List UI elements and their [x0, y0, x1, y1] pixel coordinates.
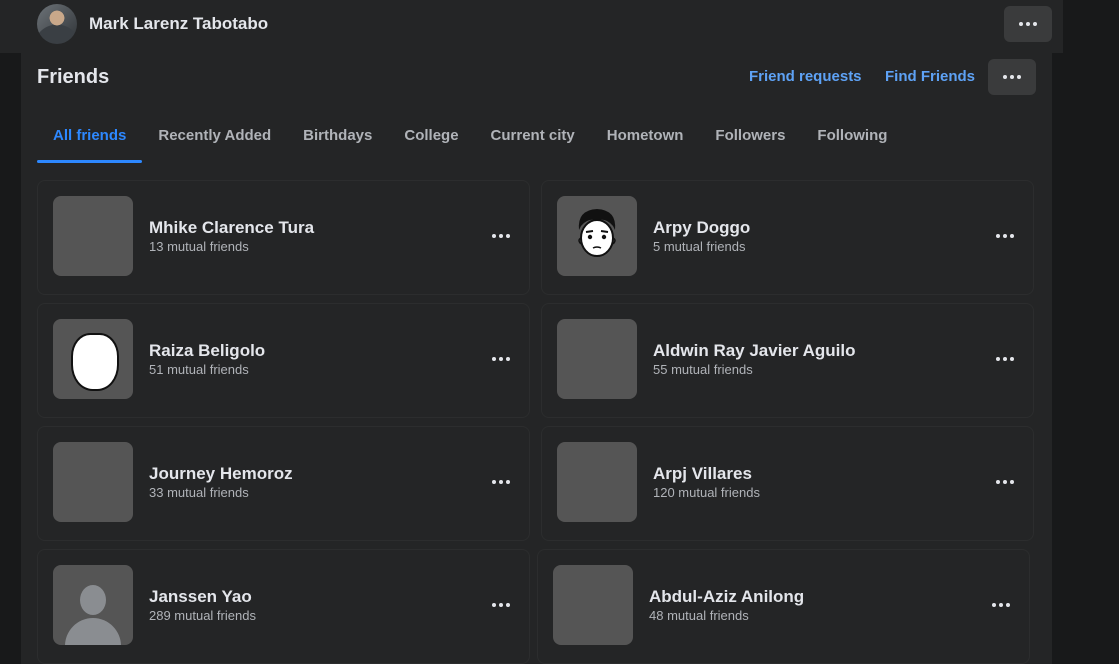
- more-horizontal-icon: [492, 480, 510, 484]
- friend-card: Abdul-Aziz Anilong 48 mutual friends: [537, 549, 1030, 664]
- find-friends-link[interactable]: Find Friends: [885, 68, 975, 85]
- friend-card: Raiza Beligolo 51 mutual friends: [37, 303, 530, 418]
- cartoon-face-icon: [578, 209, 616, 257]
- friend-card: Janssen Yao 289 mutual friends: [37, 549, 530, 664]
- mutual-friends-count[interactable]: 5 mutual friends: [653, 239, 746, 254]
- mutual-friends-count[interactable]: 33 mutual friends: [149, 485, 249, 500]
- mutual-friends-count[interactable]: 48 mutual friends: [649, 608, 749, 623]
- friend-options-button[interactable]: [989, 220, 1021, 252]
- page-title: Friends: [37, 66, 110, 88]
- friend-options-button[interactable]: [485, 589, 517, 621]
- profile-header-bar: Mark Larenz Tabotabo: [0, 0, 1063, 53]
- more-horizontal-icon: [996, 480, 1014, 484]
- friend-name[interactable]: Arpj Villares: [653, 464, 752, 484]
- mutual-friends-count[interactable]: 13 mutual friends: [149, 239, 249, 254]
- friend-card: Arpy Doggo 5 mutual friends: [541, 180, 1034, 295]
- more-horizontal-icon: [1003, 75, 1021, 79]
- profile-avatar[interactable]: [37, 4, 77, 44]
- friend-options-button[interactable]: [985, 589, 1017, 621]
- friend-name[interactable]: Abdul-Aziz Anilong: [649, 587, 804, 607]
- friend-name[interactable]: Raiza Beligolo: [149, 341, 265, 361]
- default-avatar-icon: [80, 585, 106, 615]
- friend-avatar[interactable]: [557, 319, 637, 399]
- friend-requests-link[interactable]: Friend requests: [749, 68, 862, 85]
- tab-all-friends[interactable]: All friends: [37, 107, 143, 163]
- friend-avatar[interactable]: [557, 196, 637, 276]
- friend-name[interactable]: Arpy Doggo: [653, 218, 750, 238]
- friend-card: Mhike Clarence Tura 13 mutual friends: [37, 180, 530, 295]
- friend-options-button[interactable]: [485, 220, 517, 252]
- mutual-friends-count[interactable]: 51 mutual friends: [149, 362, 249, 377]
- tab-birthdays[interactable]: Birthdays: [287, 107, 388, 163]
- friend-avatar[interactable]: [53, 196, 133, 276]
- friends-panel: Friends Friend requests Find Friends All…: [21, 53, 1052, 664]
- more-horizontal-icon: [492, 357, 510, 361]
- friend-options-button[interactable]: [485, 343, 517, 375]
- profile-more-button[interactable]: [1004, 6, 1052, 42]
- friend-avatar[interactable]: [553, 565, 633, 645]
- profile-name[interactable]: Mark Larenz Tabotabo: [89, 14, 268, 34]
- tab-current-city[interactable]: Current city: [475, 107, 591, 163]
- more-horizontal-icon: [492, 234, 510, 238]
- friend-card: Journey Hemoroz 33 mutual friends: [37, 426, 530, 541]
- mutual-friends-count[interactable]: 55 mutual friends: [653, 362, 753, 377]
- tab-hometown[interactable]: Hometown: [591, 107, 700, 163]
- tab-followers[interactable]: Followers: [699, 107, 801, 163]
- more-horizontal-icon: [1019, 22, 1037, 26]
- more-horizontal-icon: [996, 357, 1014, 361]
- more-horizontal-icon: [996, 234, 1014, 238]
- friend-options-button[interactable]: [989, 466, 1021, 498]
- friend-card: Aldwin Ray Javier Aguilo 55 mutual frien…: [541, 303, 1034, 418]
- mutual-friends-count[interactable]: 120 mutual friends: [653, 485, 760, 500]
- tab-following[interactable]: Following: [801, 107, 903, 163]
- friend-avatar[interactable]: [53, 319, 133, 399]
- friend-name[interactable]: Janssen Yao: [149, 587, 252, 607]
- friend-avatar[interactable]: [557, 442, 637, 522]
- more-horizontal-icon: [492, 603, 510, 607]
- friend-name[interactable]: Journey Hemoroz: [149, 464, 293, 484]
- mutual-friends-count[interactable]: 289 mutual friends: [149, 608, 256, 623]
- friend-options-button[interactable]: [989, 343, 1021, 375]
- tab-college[interactable]: College: [388, 107, 474, 163]
- friends-more-button[interactable]: [988, 59, 1036, 95]
- tab-recently-added[interactable]: Recently Added: [142, 107, 287, 163]
- friend-options-button[interactable]: [485, 466, 517, 498]
- friend-name[interactable]: Aldwin Ray Javier Aguilo: [653, 341, 855, 361]
- friend-card: Arpj Villares 120 mutual friends: [541, 426, 1034, 541]
- friends-tabs: All friends Recently Added Birthdays Col…: [37, 107, 903, 163]
- more-horizontal-icon: [992, 603, 1010, 607]
- friend-avatar[interactable]: [53, 442, 133, 522]
- friend-avatar[interactable]: [53, 565, 133, 645]
- friend-name[interactable]: Mhike Clarence Tura: [149, 218, 314, 238]
